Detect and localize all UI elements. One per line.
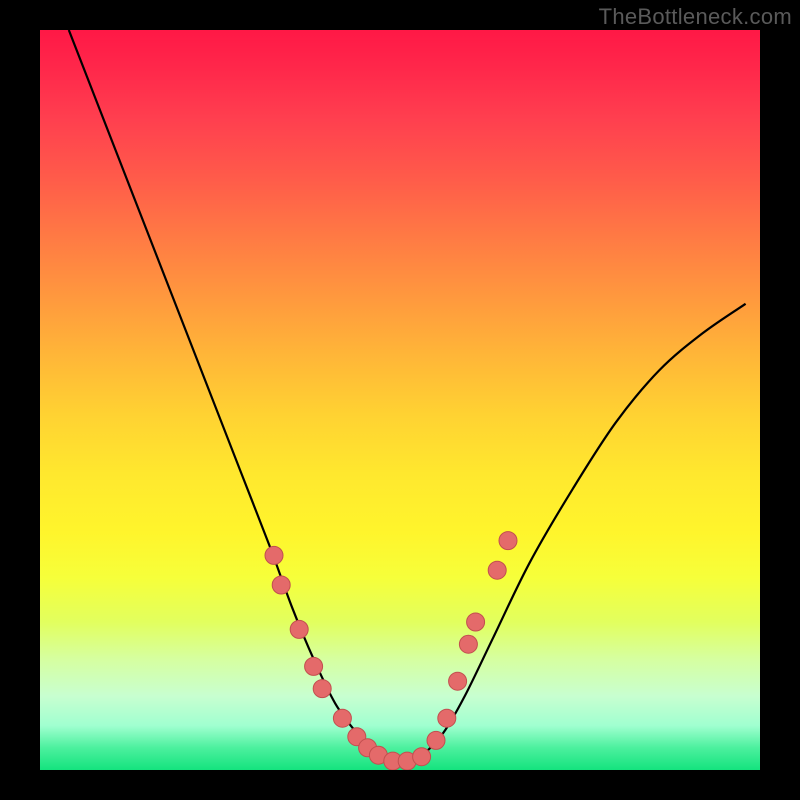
curve-marker xyxy=(305,657,323,675)
curve-markers xyxy=(265,532,517,770)
curve-marker xyxy=(427,731,445,749)
watermark-label: TheBottleneck.com xyxy=(599,4,792,30)
curve-marker xyxy=(265,546,283,564)
curve-marker xyxy=(488,561,506,579)
curve-marker xyxy=(449,672,467,690)
curve-marker xyxy=(290,620,308,638)
curve-marker xyxy=(499,532,517,550)
chart-stage: TheBottleneck.com xyxy=(0,0,800,800)
curve-marker xyxy=(467,613,485,631)
curve-marker xyxy=(438,709,456,727)
curve-marker xyxy=(413,748,431,766)
curve-marker xyxy=(333,709,351,727)
curve-marker xyxy=(313,680,331,698)
curve-marker xyxy=(459,635,477,653)
curve-line xyxy=(69,30,746,763)
curve-marker xyxy=(272,576,290,594)
bottleneck-curve xyxy=(40,30,760,770)
plot-area xyxy=(40,30,760,770)
